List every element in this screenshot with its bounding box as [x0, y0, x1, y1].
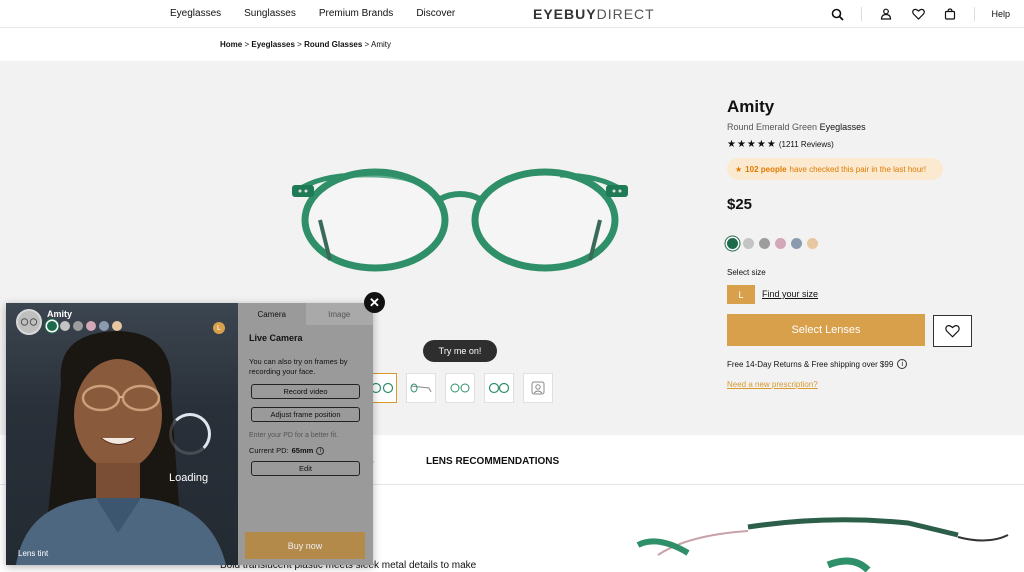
breadcrumb-home[interactable]: Home [220, 40, 242, 49]
try-on-color-swatches [47, 321, 122, 331]
color-swatch-tan[interactable] [807, 238, 818, 249]
tryon-swatch-green[interactable] [47, 321, 57, 331]
color-swatch-clear[interactable] [743, 238, 754, 249]
color-swatches [727, 238, 818, 249]
try-on-frame-name: Amity [47, 309, 73, 319]
adjust-frame-position-button[interactable]: Adjust frame position [251, 407, 360, 422]
thumbnail-angle[interactable] [445, 373, 475, 403]
frame-avatar[interactable] [16, 309, 42, 335]
product-rating[interactable]: ★★★★★ (1211 Reviews) [727, 139, 834, 150]
wishlist-heart-icon[interactable] [910, 6, 926, 22]
tryon-swatch-blue[interactable] [99, 321, 109, 331]
product-name: Amity [727, 97, 775, 116]
pd-hint: Enter your PD for a better fit. [249, 432, 339, 439]
tryon-swatch-pink[interactable] [86, 321, 96, 331]
logo-light: DIRECT [596, 6, 655, 22]
star-rating-icon: ★★★★★ [727, 139, 777, 150]
breadcrumb-separator: > [362, 40, 372, 49]
viewers-text: have checked this pair in the last hour! [789, 164, 927, 174]
viewers-count: 102 people [745, 164, 787, 174]
loading-text: Loading [169, 472, 209, 484]
heart-icon [945, 325, 960, 338]
product-detail-image [636, 517, 1009, 572]
close-icon[interactable]: ✕ [364, 292, 385, 313]
need-prescription-link[interactable]: Need a new prescription? [727, 380, 818, 389]
buy-now-button[interactable]: Buy now [245, 532, 365, 559]
nav-eyeglasses[interactable]: Eyeglasses [170, 8, 221, 19]
account-icon[interactable] [878, 6, 894, 22]
cart-icon[interactable] [942, 6, 958, 22]
tab-image[interactable]: Image [305, 303, 373, 325]
breadcrumb: Home > Eyeglasses > Round Glasses > Amit… [220, 40, 391, 49]
pd-info-icon[interactable]: i [316, 446, 325, 455]
search-icon[interactable] [829, 6, 845, 22]
product-image-glasses[interactable] [290, 165, 630, 275]
find-your-size-link[interactable]: Find your size [762, 289, 818, 299]
record-video-button[interactable]: Record video [251, 384, 360, 399]
product-price: $25 [727, 196, 753, 213]
help-link[interactable]: Help [991, 9, 1010, 19]
camera-preview: Amity L Loading Lens tint [6, 303, 238, 565]
returns-text: Free 14-Day Returns & Free shipping over… [727, 359, 894, 369]
try-on-panel: Camera Image Live Camera You can also tr… [238, 303, 373, 565]
returns-info: Free 14-Day Returns & Free shipping over… [727, 359, 908, 369]
add-to-wishlist-button[interactable] [933, 315, 972, 347]
breadcrumb-current: Amity [371, 40, 392, 49]
breadcrumb-separator: > [242, 40, 252, 49]
pd-label: Current PD: [249, 446, 289, 455]
site-logo[interactable]: EYEBUYDIRECT [533, 6, 655, 22]
info-icon[interactable]: i [897, 359, 908, 369]
live-camera-description: You can also try on frames by recording … [249, 357, 348, 376]
color-swatch-blue[interactable] [791, 238, 802, 249]
lens-tint-button[interactable]: Lens tint [18, 549, 48, 558]
popularity-badge: ★ 102 people have checked this pair in t… [727, 158, 943, 180]
breadcrumb-round-glasses[interactable]: Round Glasses [304, 40, 362, 49]
size-label: Select size [727, 268, 766, 277]
tryon-swatch-gray[interactable] [73, 321, 83, 331]
current-pd: Current PD: 65mm i [249, 446, 325, 455]
product-thumbnails [367, 373, 553, 403]
color-swatch-pink[interactable] [775, 238, 786, 249]
thumbnail-side[interactable] [406, 373, 436, 403]
header-icons: Help [829, 6, 1010, 22]
virtual-try-on-modal: Amity L Loading Lens tint Camera Image L… [6, 303, 373, 565]
thumbnail-top[interactable] [484, 373, 514, 403]
tryon-size-badge[interactable]: L [213, 322, 225, 334]
thumbnail-model[interactable] [523, 373, 553, 403]
edit-pd-button[interactable]: Edit [251, 461, 360, 476]
product-color-desc: Round Emerald Green [727, 122, 818, 132]
product-subtitle: Round Emerald Green Eyeglasses [727, 122, 866, 132]
tab-camera[interactable]: Camera [238, 303, 306, 325]
color-swatch-green[interactable] [727, 238, 738, 249]
nav-premium-brands[interactable]: Premium Brands [319, 8, 393, 19]
tryon-swatch-clear[interactable] [60, 321, 70, 331]
header-divider-2 [974, 7, 976, 21]
nav-sunglasses[interactable]: Sunglasses [244, 8, 296, 19]
logo-bold: EYEBUY [533, 6, 597, 22]
breadcrumb-eyeglasses[interactable]: Eyeglasses [251, 40, 295, 49]
product-category: Eyeglasses [819, 122, 866, 132]
size-option-l[interactable]: L [727, 285, 755, 304]
tab-lens-recommendations[interactable]: LENS RECOMMENDATIONS [426, 456, 559, 467]
pd-value: 65mm [291, 446, 314, 455]
review-count: (1211 Reviews) [778, 140, 834, 149]
tryon-swatch-tan[interactable] [112, 321, 122, 331]
breadcrumb-separator: > [294, 40, 305, 49]
live-camera-title: Live Camera [249, 333, 303, 343]
try-me-on-button[interactable]: Try me on! [423, 340, 497, 362]
select-lenses-button[interactable]: Select Lenses [727, 314, 925, 346]
try-on-tabs: Camera Image [238, 303, 373, 325]
main-nav: Eyeglasses Sunglasses Premium Brands Dis… [170, 8, 455, 19]
star-icon: ★ [735, 164, 743, 174]
site-header: Eyeglasses Sunglasses Premium Brands Dis… [0, 0, 1024, 28]
header-divider [861, 7, 863, 21]
loading-spinner-icon [169, 413, 211, 455]
color-swatch-gray[interactable] [759, 238, 770, 249]
nav-discover[interactable]: Discover [416, 8, 455, 19]
